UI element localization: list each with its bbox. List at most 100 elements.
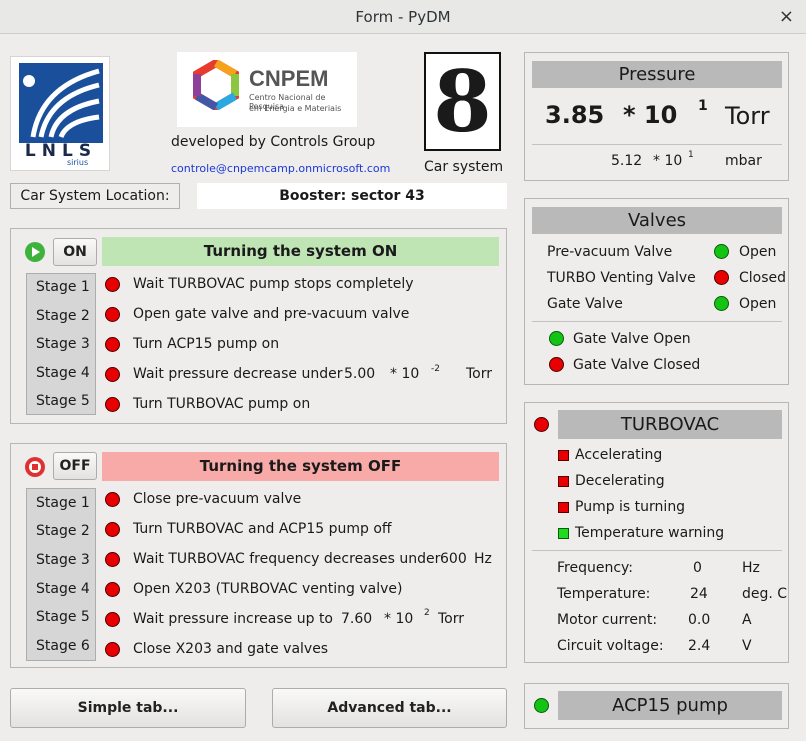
on-stage-4-label: Stage 4 bbox=[36, 365, 90, 381]
off-sequence-panel: OFF Turning the system OFF Stage 1 Close… bbox=[10, 443, 507, 668]
location-label: Car System Location: bbox=[10, 183, 180, 209]
pressure-sub-exp: 1 bbox=[688, 150, 694, 160]
cnpem-logo-subtext-2: em Energia e Materiais bbox=[249, 104, 342, 113]
circuit-voltage-value: 2.4 bbox=[688, 638, 711, 654]
on-stage-5-label: Stage 5 bbox=[36, 393, 90, 409]
valves-panel: Valves Pre-vacuum Valve Open TURBO Venti… bbox=[524, 198, 789, 385]
cnpem-logo-text: CNPEM bbox=[249, 66, 329, 91]
off-stage-5-text: Wait pressure increase up to bbox=[133, 611, 333, 627]
off-stage-5-value: 7.60 bbox=[341, 611, 373, 627]
pressure-main-exp: 1 bbox=[698, 98, 708, 114]
valve-pre-vacuum-led bbox=[714, 244, 729, 259]
pressure-panel: Pressure 3.85 * 10 1 Torr 5.12 * 10 1 mb… bbox=[524, 52, 789, 181]
off-stage-1-label: Stage 1 bbox=[36, 495, 90, 511]
on-stage-3-text: Turn ACP15 pump on bbox=[133, 336, 280, 352]
off-stage-column bbox=[26, 488, 96, 661]
temperature-label: Temperature: bbox=[557, 586, 651, 602]
off-stage-3-label: Stage 3 bbox=[36, 552, 90, 568]
decelerating-label: Decelerating bbox=[575, 473, 665, 489]
off-stage-2-label: Stage 2 bbox=[36, 523, 90, 539]
valve-turbo-venting-led bbox=[714, 270, 729, 285]
car-number-display: 8 bbox=[424, 52, 501, 151]
off-stage-2-text: Turn TURBOVAC and ACP15 pump off bbox=[133, 521, 392, 537]
off-stage-3-unit: Hz bbox=[474, 551, 492, 567]
pressure-title: Pressure bbox=[532, 61, 782, 88]
turbovac-title: TURBOVAC bbox=[558, 410, 782, 439]
circuit-voltage-unit: V bbox=[742, 638, 752, 654]
decelerating-indicator bbox=[558, 476, 569, 487]
lnls-logo: LNLS sirius bbox=[10, 56, 110, 171]
lnls-logo-text: LNLS bbox=[24, 141, 98, 161]
gate-valve-open-label: Gate Valve Open bbox=[573, 331, 691, 347]
off-sequence-title: Turning the system OFF bbox=[102, 452, 499, 481]
temperature-unit: deg. C bbox=[742, 586, 788, 602]
valve-turbo-venting-label: TURBO Venting Valve bbox=[547, 270, 696, 286]
motor-current-value: 0.0 bbox=[688, 612, 711, 628]
valve-gate-state: Open bbox=[739, 296, 777, 312]
valves-separator bbox=[532, 321, 782, 322]
off-stage-3-led bbox=[105, 552, 120, 567]
motor-current-label: Motor current: bbox=[557, 612, 658, 628]
off-stage-5-exp: 2 bbox=[424, 608, 430, 618]
accelerating-label: Accelerating bbox=[575, 447, 663, 463]
on-stage-4-value: 5.00 bbox=[344, 366, 376, 382]
on-button[interactable]: ON bbox=[53, 238, 97, 266]
off-stage-4-text: Open X203 (TURBOVAC venting valve) bbox=[133, 581, 403, 597]
off-stage-5-mult: * 10 bbox=[384, 611, 414, 627]
on-stage-4-mult: * 10 bbox=[390, 366, 420, 382]
pressure-separator bbox=[532, 144, 782, 145]
valve-pre-vacuum-state: Open bbox=[739, 244, 777, 260]
off-stage-4-led bbox=[105, 582, 120, 597]
gate-valve-open-led bbox=[549, 331, 564, 346]
temperature-value: 24 bbox=[690, 586, 708, 602]
frequency-unit: Hz bbox=[742, 560, 760, 576]
accelerating-indicator bbox=[558, 450, 569, 461]
lnls-logo-subtext: sirius bbox=[67, 158, 89, 167]
on-stage-1-label: Stage 1 bbox=[36, 279, 90, 295]
on-sequence-title: Turning the system ON bbox=[102, 237, 499, 266]
on-stage-4-text: Wait pressure decrease under bbox=[133, 366, 343, 382]
off-stage-6-label: Stage 6 bbox=[36, 638, 90, 654]
off-stage-6-text: Close X203 and gate valves bbox=[133, 641, 329, 657]
off-stage-5-label: Stage 5 bbox=[36, 609, 90, 625]
turbovac-status-led bbox=[534, 417, 549, 432]
circuit-voltage-label: Circuit voltage: bbox=[557, 638, 664, 654]
valve-gate-led bbox=[714, 296, 729, 311]
off-button[interactable]: OFF bbox=[53, 452, 97, 480]
gate-valve-closed-label: Gate Valve Closed bbox=[573, 357, 701, 373]
off-stage-4-label: Stage 4 bbox=[36, 581, 90, 597]
cnpem-logo-mark bbox=[193, 60, 239, 110]
frequency-label: Frequency: bbox=[557, 560, 634, 576]
valves-title: Valves bbox=[532, 207, 782, 234]
on-stage-1-text: Wait TURBOVAC pump stops completely bbox=[133, 276, 414, 292]
on-stage-4-exp: -2 bbox=[431, 364, 440, 374]
off-stage-2-led bbox=[105, 522, 120, 537]
pressure-main-unit: Torr bbox=[725, 102, 770, 130]
off-stage-1-led bbox=[105, 492, 120, 507]
off-stage-5-led bbox=[105, 612, 120, 627]
advanced-tab-button[interactable]: Advanced tab... bbox=[272, 688, 507, 728]
on-stage-5-led bbox=[105, 397, 120, 412]
on-stage-3-label: Stage 3 bbox=[36, 336, 90, 352]
simple-tab-button[interactable]: Simple tab... bbox=[10, 688, 246, 728]
on-stage-4-unit: Torr bbox=[466, 366, 493, 382]
developed-by-text: developed by Controls Group bbox=[171, 134, 376, 150]
on-stage-2-label: Stage 2 bbox=[36, 308, 90, 324]
temperature-warning-label: Temperature warning bbox=[575, 525, 725, 541]
window-title: Form - PyDM bbox=[355, 8, 451, 26]
close-icon[interactable]: × bbox=[779, 6, 794, 27]
play-icon bbox=[25, 242, 45, 262]
on-stage-3-led bbox=[105, 337, 120, 352]
turbovac-separator bbox=[532, 550, 782, 551]
pressure-main-mult: * 10 bbox=[623, 101, 678, 129]
motor-current-unit: A bbox=[742, 612, 752, 628]
frequency-value: 0 bbox=[693, 560, 702, 576]
cnpem-logo: CNPEM Centro Nacional de Pesquisa em Ene… bbox=[177, 52, 357, 127]
off-stage-3-text: Wait TURBOVAC frequency decreases under bbox=[133, 551, 441, 567]
pump-turning-label: Pump is turning bbox=[575, 499, 686, 515]
pressure-sub-value: 5.12 bbox=[611, 153, 643, 169]
acp15-status-led bbox=[534, 698, 549, 713]
contact-email[interactable]: controle@cnpemcamp.onmicrosoft.com bbox=[171, 162, 390, 175]
temperature-warning-indicator bbox=[558, 528, 569, 539]
on-stage-1-led bbox=[105, 277, 120, 292]
